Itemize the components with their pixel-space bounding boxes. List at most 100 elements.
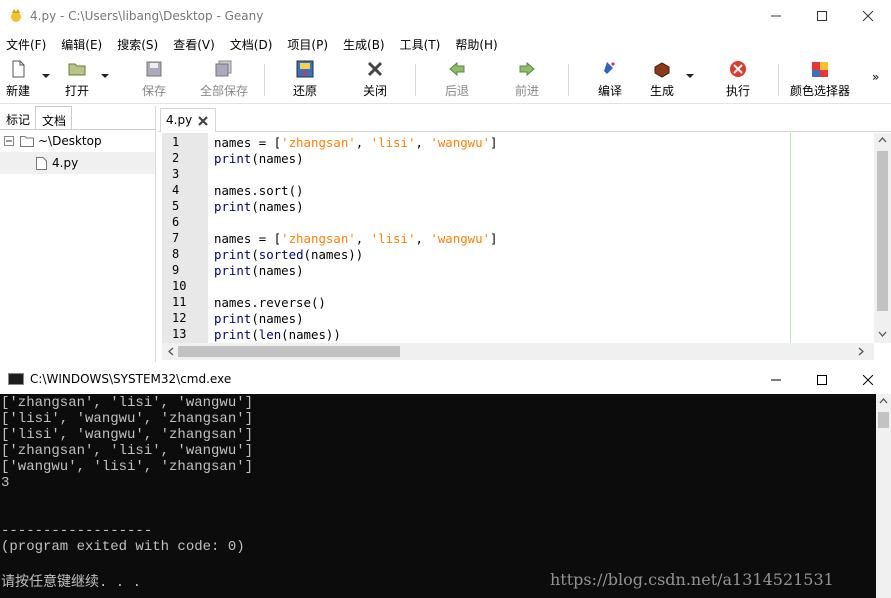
code-line[interactable]: print(names)	[214, 263, 304, 278]
back-arrow-icon	[449, 61, 465, 77]
line-number: 6	[172, 215, 180, 229]
scroll-down-icon[interactable]	[874, 327, 891, 341]
maximize-icon	[817, 375, 827, 385]
scroll-up-icon[interactable]	[876, 394, 891, 408]
code-line[interactable]: print(sorted(names))	[214, 247, 363, 262]
compile-icon	[604, 61, 616, 74]
save-all-button[interactable]: 全部保存	[200, 60, 248, 99]
menu-search[interactable]: 搜索(S)	[117, 36, 158, 53]
minimize-icon	[771, 15, 781, 17]
open-button[interactable]: 打开	[65, 60, 89, 99]
tab-4py[interactable]: 4.py	[160, 108, 217, 132]
toolbar-separator	[568, 64, 569, 96]
color-chooser-icon	[812, 62, 828, 77]
tree-folder-desktop[interactable]: ~\Desktop	[0, 130, 155, 152]
line-number: 11	[172, 295, 187, 309]
menu-tools[interactable]: 工具(T)	[400, 36, 441, 53]
open-dropdown-arrow[interactable]	[101, 74, 109, 78]
close-window-button[interactable]	[845, 0, 891, 32]
code-line[interactable]: print(names)	[214, 199, 304, 214]
menu-bar: 文件(F) 编辑(E) 搜索(S) 查看(V) 文档(D) 项目(P) 生成(B…	[0, 33, 891, 55]
line-number-gutter: 1 2 3 4 5 6 7 8 9 10 11 12 13	[162, 133, 208, 343]
collapse-icon[interactable]	[4, 136, 14, 146]
menu-file[interactable]: 文件(F)	[6, 36, 46, 53]
save-icon	[146, 61, 162, 77]
builtin-keyword: print	[214, 247, 252, 262]
string-literal: 'wangwu'	[430, 135, 491, 150]
editor-hscroll-thumb[interactable]	[178, 346, 400, 357]
save-button[interactable]: 保存	[142, 60, 166, 99]
console-output[interactable]: ['zhangsan', 'lisi', 'wangwu'] ['lisi', '…	[0, 394, 876, 598]
menu-help[interactable]: 帮助(H)	[455, 36, 497, 53]
forward-button[interactable]: 前进	[515, 60, 539, 99]
line-number: 12	[172, 311, 187, 325]
code-line[interactable]: print(names)	[214, 151, 304, 166]
console-line: ['zhangsan', 'lisi', 'wangwu']	[1, 443, 254, 459]
editor-vertical-scrollbar[interactable]	[874, 133, 891, 343]
tab-documents[interactable]: 文档	[35, 106, 73, 129]
scroll-left-icon[interactable]	[164, 343, 178, 360]
menu-build[interactable]: 生成(B)	[343, 36, 385, 53]
compile-button[interactable]: 编译	[598, 60, 622, 99]
console-line: ['lisi', 'wangwu', 'zhangsan']	[1, 427, 254, 443]
save-all-icon	[215, 60, 232, 77]
builtin-keyword: print	[214, 199, 252, 214]
string-literal: 'lisi'	[370, 231, 416, 246]
console-vertical-scrollbar[interactable]	[876, 394, 891, 598]
code-line[interactable]: names.sort()	[214, 183, 304, 198]
close-file-button[interactable]: 关闭	[363, 60, 387, 99]
code-line[interactable]: names.reverse()	[214, 295, 326, 310]
code-line[interactable]: names = ['zhangsan', 'lisi', 'wangwu']	[214, 231, 498, 246]
toolbar-separator	[264, 64, 265, 96]
code-editor[interactable]: 1 2 3 4 5 6 7 8 9 10 11 12 13 names = ['zhangsan', '…	[162, 133, 874, 343]
menu-view[interactable]: 查看(V)	[173, 36, 215, 53]
string-literal: 'lisi'	[370, 135, 416, 150]
maximize-button[interactable]	[799, 0, 845, 32]
color-chooser-button[interactable]: 颜色选择器	[790, 60, 850, 99]
new-dropdown-arrow[interactable]	[42, 74, 50, 78]
forward-arrow-icon	[519, 61, 535, 77]
tree-file-4py[interactable]: 4.py	[0, 152, 155, 174]
menu-document[interactable]: 文档(D)	[230, 36, 273, 53]
toolbar-overflow-button[interactable]: »	[872, 70, 879, 84]
scroll-right-icon[interactable]	[854, 343, 868, 360]
doc-tab-label: 4.py	[166, 113, 193, 127]
geany-titlebar[interactable]: 4.py - C:\Users\libang\Desktop - Geany	[0, 0, 891, 32]
console-vscroll-thumb[interactable]	[878, 412, 889, 428]
menu-project[interactable]: 项目(P)	[287, 36, 328, 53]
tab-symbols[interactable]: 标记	[0, 106, 35, 129]
code-line[interactable]: print(names)	[214, 311, 304, 326]
revert-button[interactable]: 还原	[293, 60, 317, 99]
minimize-button[interactable]	[753, 0, 799, 32]
builtin-keyword: sorted	[258, 247, 304, 262]
file-icon	[36, 156, 47, 170]
cmd-maximize-button[interactable]	[799, 364, 845, 396]
scroll-up-icon[interactable]	[874, 133, 891, 147]
folder-label: ~\Desktop	[38, 134, 102, 148]
back-button[interactable]: 后退	[445, 60, 469, 99]
console-line: ------------------	[1, 523, 153, 539]
close-tab-icon[interactable]	[197, 115, 209, 127]
cmd-titlebar[interactable]: C:\WINDOWS\SYSTEM32\cmd.exe	[0, 364, 891, 394]
builtin-keyword: print	[214, 151, 252, 166]
menu-edit[interactable]: 编辑(E)	[61, 36, 102, 53]
console-line: ['zhangsan', 'lisi', 'wangwu']	[1, 395, 254, 411]
folder-icon	[20, 136, 34, 147]
close-file-icon	[367, 61, 383, 77]
new-button[interactable]: 新建	[6, 60, 30, 99]
console-line: (program exited with code: 0)	[1, 539, 245, 555]
builtin-keyword: print	[214, 263, 252, 278]
build-dropdown-arrow[interactable]	[686, 74, 694, 78]
string-literal: 'wangwu'	[430, 231, 491, 246]
execute-button[interactable]: 执行	[726, 60, 750, 99]
cmd-close-button[interactable]	[845, 364, 891, 396]
editor-vscroll-thumb[interactable]	[877, 151, 888, 311]
editor-horizontal-scrollbar[interactable]	[162, 343, 874, 360]
close-icon	[863, 11, 873, 21]
geany-app-icon	[11, 9, 21, 22]
code-line[interactable]: names = ['zhangsan', 'lisi', 'wangwu']	[214, 135, 498, 150]
cmd-minimize-button[interactable]	[753, 364, 799, 396]
geany-window: 4.py - C:\Users\libang\Desktop - Geany 文…	[0, 0, 891, 362]
build-button[interactable]: 生成	[650, 60, 674, 99]
code-line[interactable]: print(len(names))	[214, 327, 341, 342]
